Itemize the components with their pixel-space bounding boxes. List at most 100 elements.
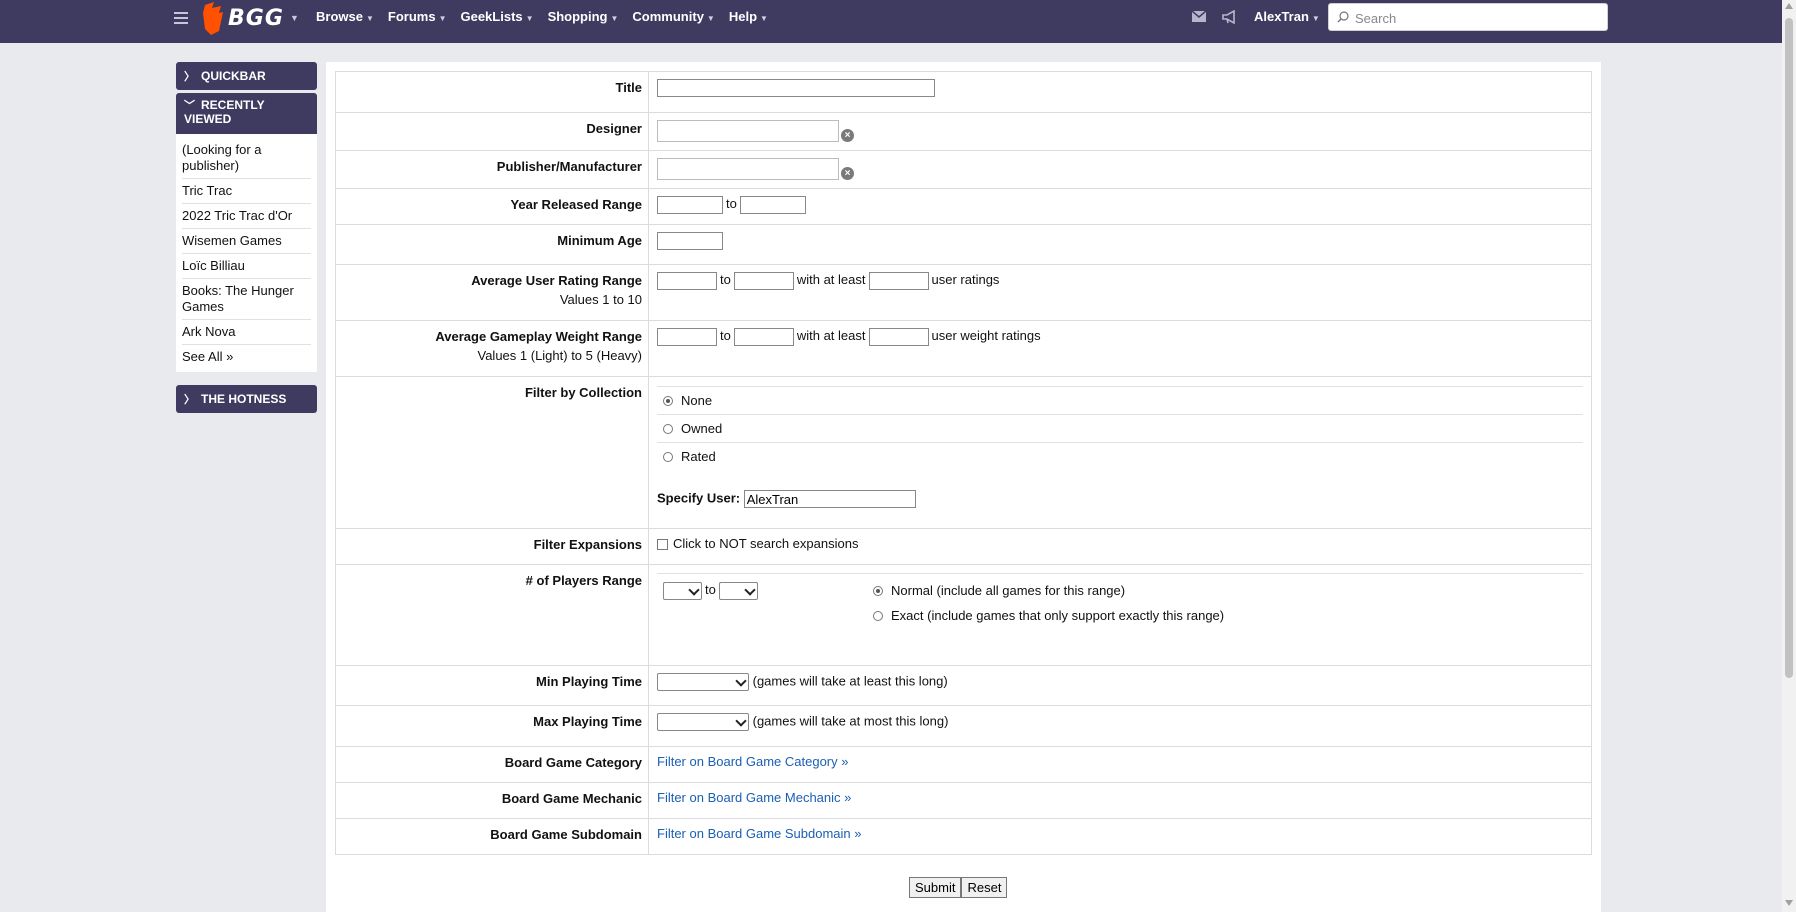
sidebar: 〉 QUICKBAR ﹀ RECENTLY VIEWED (Looking for … [176, 62, 317, 413]
category-cell: Filter on Board Game Category » [648, 746, 1592, 783]
rating-min-input[interactable] [657, 272, 717, 290]
max-players-select[interactable] [718, 582, 758, 600]
page-scrollbar[interactable] [1782, 0, 1796, 912]
hamburger-menu-icon[interactable] [174, 9, 188, 25]
quickbar-header[interactable]: 〉 QUICKBAR [176, 62, 317, 90]
title-input[interactable] [657, 79, 935, 97]
chevron-down-icon: ▼ [760, 14, 768, 23]
filter-mechanic-link[interactable]: Filter on Board Game Mechanic » [657, 790, 851, 805]
radio-selected-icon[interactable] [873, 585, 883, 596]
min-age-label: Minimum Age [335, 224, 649, 265]
max-time-cell: (games will take at most this long) [648, 705, 1592, 747]
designer-input[interactable] [657, 120, 839, 142]
year-min-input[interactable] [657, 196, 723, 214]
recent-item[interactable]: Ark Nova [182, 320, 311, 345]
form-row-max-time: Max Playing Time (games will take at mos… [335, 705, 1592, 747]
min-age-cell [648, 224, 1592, 265]
title-label: Title [335, 71, 649, 113]
rating-cell: to with at least user ratings [648, 264, 1592, 321]
weight-max-input[interactable] [733, 328, 794, 346]
recent-item[interactable]: Tric Trac [182, 179, 311, 204]
weight-sub: Values 1 (Light) to 5 (Heavy) [477, 348, 643, 363]
nav-forums[interactable]: Forums ▼ [388, 9, 447, 24]
chevron-down-icon [744, 584, 756, 596]
to-text: to [720, 328, 731, 344]
scroll-down-arrow-icon[interactable] [1785, 900, 1793, 906]
collection-option-none[interactable]: None [657, 386, 1583, 414]
weight-label-cell: Average Gameplay Weight Range Values 1 (L… [335, 320, 649, 377]
clear-publisher-icon[interactable]: × [841, 167, 854, 180]
to-text: to [720, 272, 731, 288]
title-cell [648, 71, 1592, 113]
clear-designer-icon[interactable]: × [841, 129, 854, 142]
collection-option-rated[interactable]: Rated [657, 442, 1583, 470]
search-input[interactable] [1353, 4, 1597, 32]
year-label: Year Released Range [335, 188, 649, 225]
radio-icon[interactable] [663, 451, 673, 462]
specify-user-label: Specify User: [657, 490, 741, 506]
megaphone-icon[interactable] [1222, 9, 1238, 24]
specify-user-input[interactable] [743, 490, 916, 508]
scroll-up-arrow-icon[interactable] [1785, 3, 1793, 9]
scroll-thumb[interactable] [1785, 18, 1793, 678]
weight-min-input[interactable] [657, 328, 717, 346]
the-hotness-header[interactable]: 〉 THE HOTNESS [176, 385, 317, 413]
recently-viewed-header[interactable]: ﹀ RECENTLY VIEWED [176, 93, 317, 134]
form-row-min-age: Minimum Age [335, 224, 1592, 265]
bgg-logo[interactable]: BGG [202, 0, 284, 36]
nav-help-label: Help [728, 9, 758, 24]
recent-item[interactable]: 2022 Tric Trac d'Or [182, 204, 311, 229]
players-mode-exact[interactable]: Exact (include games that only support e… [873, 608, 1224, 623]
nav-geeklists[interactable]: GeekLists ▼ [460, 9, 533, 24]
see-all-link[interactable]: See All » [182, 345, 311, 368]
min-players-select[interactable] [663, 582, 702, 600]
recent-item[interactable]: Loïc Billiau [182, 254, 311, 279]
year-cell: to [648, 188, 1592, 225]
reset-button[interactable]: Reset [961, 877, 1008, 898]
advanced-search-form: Title Designer × Publisher/Manufacturer … [335, 71, 1592, 855]
players-inner: to Normal (include all games for this ra… [657, 573, 1583, 642]
max-playing-time-select[interactable] [657, 713, 749, 731]
rating-label: Average User Rating Range [471, 273, 642, 288]
nav-browse[interactable]: Browse ▼ [316, 9, 374, 24]
user-menu[interactable]: AlexTran ▼ [1254, 9, 1320, 24]
collection-option-owned[interactable]: Owned [657, 414, 1583, 442]
advanced-search-panel: Title Designer × Publisher/Manufacturer … [326, 62, 1601, 912]
submit-button[interactable]: Submit [909, 877, 962, 898]
recently-viewed-list: (Looking for a publisher) Tric Trac 2022… [176, 134, 317, 372]
recent-item[interactable]: Wisemen Games [182, 229, 311, 254]
radio-icon[interactable] [873, 610, 883, 621]
weight-cell: to with at least user weight ratings [648, 320, 1592, 377]
recent-item[interactable]: Books: The Hunger Games [182, 279, 311, 320]
filter-category-link[interactable]: Filter on Board Game Category » [657, 754, 848, 769]
chevron-down-icon [735, 715, 747, 727]
exclude-expansions-text: Click to NOT search expansions [673, 536, 859, 551]
year-max-input[interactable] [739, 196, 806, 214]
collection-cell: None Owned Rated Specify User: [648, 376, 1592, 529]
min-playing-time-select[interactable] [657, 673, 749, 691]
min-time-hint: (games will take at least this long) [752, 673, 948, 689]
min-weight-votes-input[interactable] [868, 328, 929, 346]
mail-icon[interactable] [1192, 11, 1206, 22]
exclude-expansions-checkbox[interactable] [657, 539, 668, 551]
chevron-right-icon: 〉 [184, 394, 195, 406]
publisher-input[interactable] [657, 158, 839, 180]
nav-shopping[interactable]: Shopping ▼ [548, 9, 619, 24]
form-row-expansions: Filter Expansions Click to NOT search ex… [335, 528, 1592, 565]
designer-cell: × [648, 112, 1592, 151]
min-ratings-count-input[interactable] [868, 272, 929, 290]
min-age-input[interactable] [657, 232, 723, 250]
form-buttons: Submit Reset [909, 877, 1008, 898]
rating-max-input[interactable] [733, 272, 794, 290]
radio-selected-icon[interactable] [663, 395, 673, 406]
nav-community[interactable]: Community ▼ [632, 9, 714, 24]
logo-chevron-down-icon[interactable]: ▼ [290, 13, 299, 23]
specify-user-row: Specify User: [657, 490, 1583, 508]
filter-subdomain-link[interactable]: Filter on Board Game Subdomain » [657, 826, 862, 841]
subdomain-cell: Filter on Board Game Subdomain » [648, 818, 1592, 855]
radio-icon[interactable] [663, 423, 673, 434]
nav-help[interactable]: Help ▼ [729, 9, 768, 24]
rating-sub: Values 1 to 10 [559, 292, 642, 307]
recent-item[interactable]: (Looking for a publisher) [182, 138, 311, 179]
players-mode-normal[interactable]: Normal (include all games for this range… [873, 583, 1125, 598]
